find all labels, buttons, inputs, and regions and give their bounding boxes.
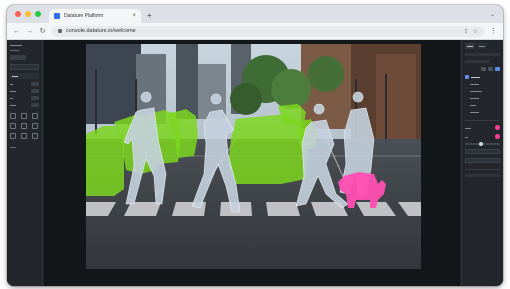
site-favicon-icon xyxy=(54,13,60,19)
layer-item[interactable]: ▬▬▬ xyxy=(465,82,500,86)
left-panel-row[interactable]: ▬▬ xyxy=(10,89,39,93)
layer-item[interactable]: ▬▬▬ xyxy=(465,96,500,100)
annotation-canvas[interactable] xyxy=(44,40,460,286)
tool-icon[interactable] xyxy=(32,123,38,129)
panel-heading-placeholder: ▬▬▬▬ xyxy=(10,43,22,47)
tab-title: Datature Platform xyxy=(64,13,104,19)
left-panel-footer: ▬▬ xyxy=(10,145,16,149)
address-bar[interactable]: console.datature.io/welcome ⇪ ☆ xyxy=(52,25,484,37)
annotator-app: ▬▬▬▬ ▬▬▬ ▬▬ ▬ ▬▬ ▬ ▬▬ ▬▬ ▬▬ ▬▬ ▬▬▬ ▬▬▬ ▬… xyxy=(7,40,503,286)
class-color-swatch-icon[interactable] xyxy=(495,125,500,130)
minimize-window-icon[interactable] xyxy=(25,11,31,17)
tool-icon[interactable] xyxy=(10,123,16,129)
forward-icon[interactable]: → xyxy=(26,28,33,35)
share-icon[interactable]: ⇪ xyxy=(464,28,469,35)
address-url[interactable]: console.datature.io/welcome xyxy=(66,28,460,34)
tool-icon[interactable] xyxy=(32,113,38,119)
menu-icon[interactable]: ⋮ xyxy=(490,27,497,35)
tool-icon[interactable] xyxy=(10,113,16,119)
right-panel-bar xyxy=(465,53,500,56)
class-color-swatch-icon[interactable] xyxy=(495,134,500,139)
tool-icon[interactable] xyxy=(21,133,27,139)
layer-item[interactable]: ▬▬▬ xyxy=(465,110,500,114)
right-panel-tab[interactable]: ▬▬ xyxy=(477,43,487,49)
badge-icon[interactable] xyxy=(495,67,500,71)
layer-item[interactable]: ▬▬▬▬ xyxy=(465,89,500,93)
class-color-row[interactable]: ▬ xyxy=(465,134,500,139)
right-panel-input[interactable] xyxy=(465,149,500,154)
badge-icon[interactable] xyxy=(488,67,493,71)
right-panel-tab[interactable]: ▬▬ xyxy=(465,43,475,49)
tool-icon[interactable] xyxy=(21,113,27,119)
tool-icon[interactable] xyxy=(32,133,38,139)
right-panel-bar xyxy=(465,60,490,63)
close-window-icon[interactable] xyxy=(15,11,21,17)
checkbox-icon[interactable] xyxy=(465,75,469,79)
left-panel-select[interactable] xyxy=(10,64,39,70)
layer-item[interactable]: ▬▬ xyxy=(465,103,500,107)
car-mask xyxy=(86,126,124,196)
window-controls xyxy=(15,11,41,17)
left-panel-section[interactable]: ▬▬ xyxy=(10,73,39,79)
divider xyxy=(465,169,500,170)
right-panel-tabs: ▬▬ ▬▬ xyxy=(465,43,500,49)
right-panel-bar xyxy=(465,174,500,177)
left-panel-button[interactable] xyxy=(10,55,26,60)
class-color-row[interactable]: ▬▬ xyxy=(465,125,500,130)
left-panel-row[interactable]: ▬▬ xyxy=(10,103,39,107)
left-panel-row[interactable]: ▬ xyxy=(10,82,39,86)
divider xyxy=(465,120,500,121)
opacity-slider[interactable] xyxy=(465,142,500,146)
browser-tabstrip: Datature Platform × + ⌄ xyxy=(7,5,503,23)
panel-subheading-placeholder: ▬▬▬ xyxy=(10,48,19,52)
left-panel-row[interactable]: ▬ xyxy=(10,96,39,100)
close-tab-icon[interactable]: × xyxy=(132,13,136,19)
browser-toolbar: ← → ↻ console.datature.io/welcome ⇪ ☆ ⋮ xyxy=(7,23,503,40)
star-icon[interactable]: ☆ xyxy=(473,28,478,35)
annotated-street-image[interactable] xyxy=(86,44,421,269)
tab-search-icon[interactable]: ⌄ xyxy=(490,11,495,18)
layers-header[interactable]: ▬▬▬ xyxy=(465,75,500,79)
tool-icon[interactable] xyxy=(21,123,27,129)
right-panel-input[interactable] xyxy=(465,158,500,163)
car-mask xyxy=(228,114,308,184)
right-panel-badges xyxy=(465,67,500,71)
left-tool-panel: ▬▬▬▬ ▬▬▬ ▬▬ ▬ ▬▬ ▬ ▬▬ ▬▬ xyxy=(7,40,43,286)
browser-window: Datature Platform × + ⌄ ← → ↻ console.da… xyxy=(7,5,503,286)
badge-icon[interactable] xyxy=(481,67,486,71)
new-tab-button[interactable]: + xyxy=(147,11,152,20)
back-icon[interactable]: ← xyxy=(13,28,20,35)
tool-icon[interactable] xyxy=(10,133,16,139)
browser-tab[interactable]: Datature Platform × xyxy=(49,9,141,23)
tool-grid xyxy=(10,113,39,139)
reload-icon[interactable]: ↻ xyxy=(39,27,46,35)
right-annotation-panel: ▬▬ ▬▬ ▬▬▬ ▬▬▬ ▬▬▬▬ ▬▬▬ ▬▬ ▬▬▬ ▬▬ ▬ xyxy=(461,40,503,286)
maximize-window-icon[interactable] xyxy=(35,11,41,17)
lock-icon xyxy=(58,29,62,33)
